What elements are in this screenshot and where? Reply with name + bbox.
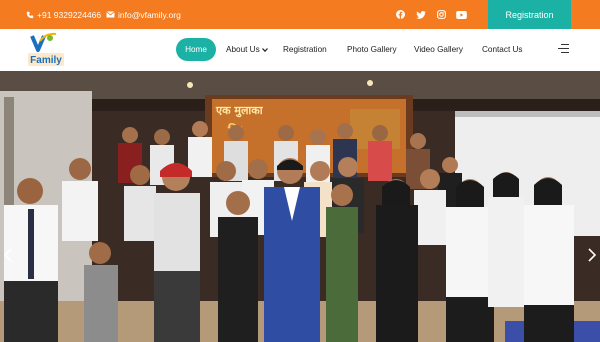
nav-photo-gallery[interactable]: Photo Gallery — [347, 38, 397, 61]
vfamily-logo[interactable]: Family — [26, 32, 66, 70]
twitter-icon[interactable] — [414, 8, 427, 21]
banner-text: एक मुलाका — [215, 104, 264, 118]
registration-button[interactable]: Registration — [488, 0, 571, 29]
envelope-icon — [106, 11, 115, 18]
hamburger-menu-icon[interactable] — [558, 43, 569, 55]
top-bar: +91 9329224466 info@vfamily.org Registra… — [0, 0, 600, 29]
nav-home[interactable]: Home — [176, 38, 216, 61]
phone-number: +91 9329224466 — [37, 9, 102, 20]
email-address: info@vfamily.org — [118, 9, 181, 20]
chevron-left-icon — [4, 248, 12, 262]
hero-slider: एक मुलाका कि — [0, 71, 600, 342]
phone-contact[interactable]: +91 9329224466 — [26, 0, 101, 29]
instagram-icon[interactable] — [435, 8, 448, 21]
chevron-down-icon — [261, 47, 268, 52]
nav-about-us[interactable]: About Us — [226, 38, 268, 61]
nav-about-label: About Us — [226, 45, 260, 54]
facebook-icon[interactable] — [394, 8, 407, 21]
phone-icon — [26, 11, 34, 18]
youtube-icon[interactable] — [455, 8, 468, 21]
svg-text:Family: Family — [30, 55, 62, 66]
chevron-right-icon — [588, 248, 596, 262]
nav-contact-us[interactable]: Contact Us — [482, 38, 523, 61]
hero-group-photo: एक मुलाका कि — [0, 71, 600, 342]
slider-prev-arrow[interactable] — [2, 244, 14, 266]
nav-video-gallery[interactable]: Video Gallery — [414, 38, 463, 61]
nav-registration[interactable]: Registration — [283, 38, 327, 61]
email-contact[interactable]: info@vfamily.org — [106, 0, 181, 29]
slider-next-arrow[interactable] — [586, 244, 598, 266]
